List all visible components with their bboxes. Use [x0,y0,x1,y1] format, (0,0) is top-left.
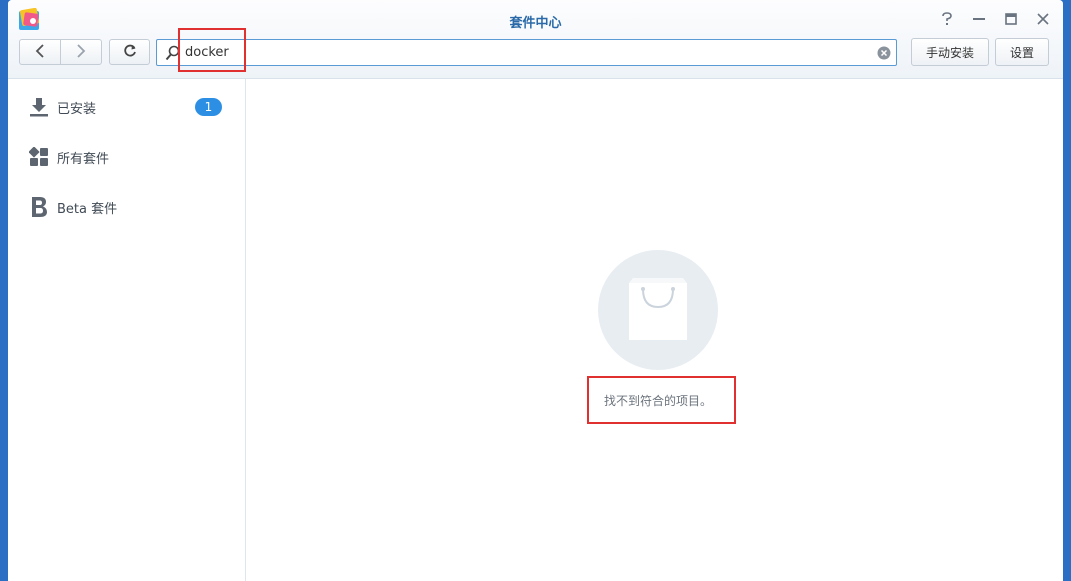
search-icon [165,45,180,65]
sidebar-item-label: 已安装 [57,101,97,117]
chevron-left-icon [35,43,45,62]
sidebar-item-label: 所有套件 [57,151,110,167]
forward-button[interactable] [60,39,102,65]
window-title: 套件中心 [509,16,562,31]
search-input[interactable] [185,43,865,62]
back-button[interactable] [19,39,61,65]
manual-install-button[interactable]: 手动安装 [911,38,989,66]
help-icon[interactable] [938,10,956,28]
package-list-area: 找不到符合的项目。 [246,79,1063,581]
installed-count-badge: 1 [195,98,222,116]
empty-state-message: 找不到符合的项目。 [604,394,713,408]
beta-icon [28,196,50,218]
package-center-window: 套件中心 docker 手动安装 设置 已安装 1 所有套件 Beta 套件 找… [8,0,1063,581]
download-icon [28,96,50,118]
minimize-icon[interactable] [970,10,988,28]
close-icon[interactable] [1034,10,1052,28]
sidebar-item-label: Beta 套件 [57,201,118,217]
empty-state-circle [598,250,718,370]
refresh-button[interactable] [109,39,150,65]
refresh-icon [123,43,137,62]
shopping-bag-icon [628,277,688,345]
settings-button[interactable]: 设置 [995,38,1049,66]
sidebar-item-beta-packages[interactable]: Beta 套件 [8,189,245,225]
sidebar-item-installed[interactable]: 已安装 1 [8,89,245,125]
grid-icon [28,146,50,168]
maximize-icon[interactable] [1002,10,1020,28]
title-bar: 套件中心 docker 手动安装 设置 [8,0,1063,79]
clear-search-icon[interactable] [877,45,891,64]
sidebar-item-all-packages[interactable]: 所有套件 [8,139,245,175]
search-box[interactable] [156,39,897,66]
sidebar: 已安装 1 所有套件 Beta 套件 [8,79,246,581]
chevron-right-icon [76,43,86,62]
